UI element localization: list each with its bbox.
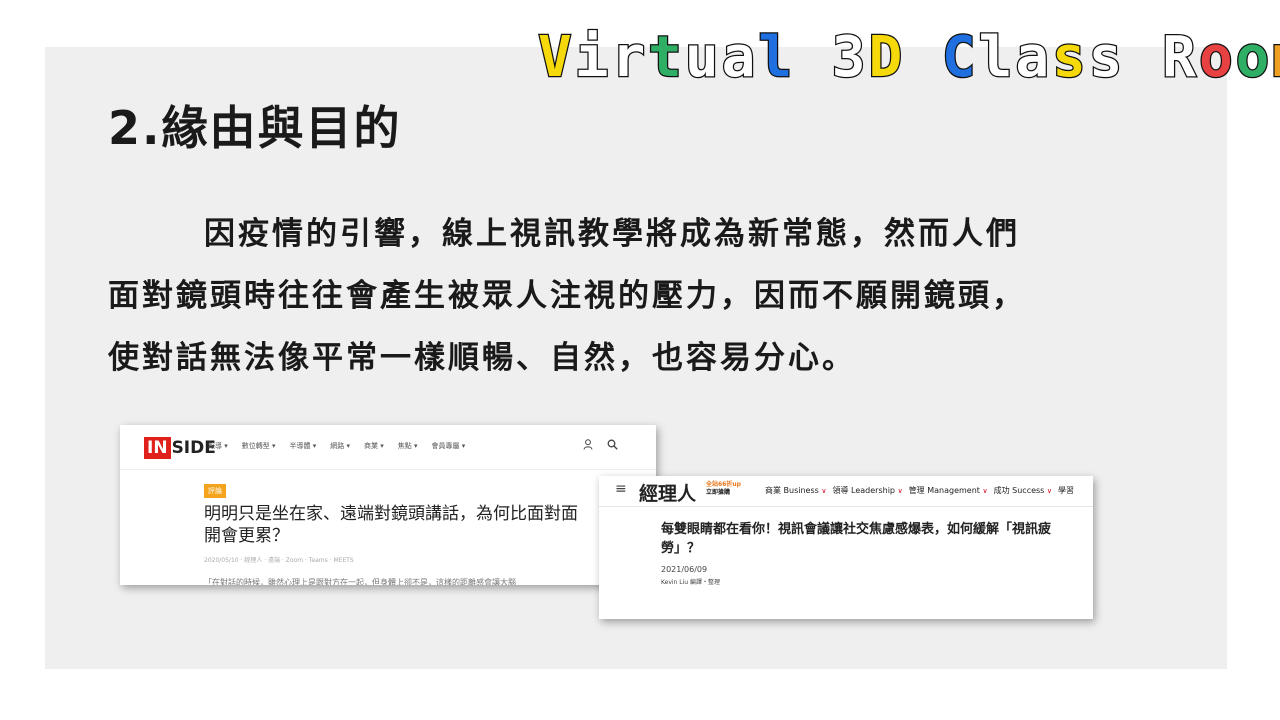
menu-item-management[interactable]: 管理 Management ∨ — [909, 485, 988, 496]
body-line: 因疫情的引響，線上視訊教學將成為新常態，然而人們 — [204, 216, 1020, 252]
brand-letter: a — [720, 25, 759, 90]
menu-item-label: 領導 Leadership — [832, 486, 896, 495]
inside-menu-item[interactable]: 焦點 ▾ — [398, 441, 418, 451]
menu-item-learning[interactable]: 學習 — [1058, 485, 1074, 496]
menu-item-label: 商業 Business — [765, 486, 819, 495]
brand-letter: o — [1234, 25, 1273, 90]
brand-letter: s — [1051, 25, 1089, 90]
brand-letter: i — [573, 25, 612, 90]
article-author: Kevin Liu 編譯・整理 — [661, 579, 720, 586]
chevron-down-icon: ∨ — [897, 487, 903, 495]
brand-letter: D — [867, 25, 906, 90]
article-snippet: 「在對話的時候，雖然心理上是跟對方在一起，但身體上卻不是，這樣的距離感會讓大腦 — [204, 578, 516, 585]
article-headline[interactable]: 明明只是坐在家、遠端對鏡頭講話，為何比面對面開會更累？ — [204, 503, 584, 547]
inside-logo[interactable]: IN SIDE — [144, 437, 216, 459]
menu-item-label: 管理 Management — [908, 486, 980, 495]
inside-menu-item[interactable]: 網路 ▾ — [330, 441, 350, 451]
hamburger-menu-icon[interactable]: ≡ — [615, 481, 627, 497]
menu-item-leadership[interactable]: 領導 Leadership ∨ — [833, 485, 903, 496]
category-badge[interactable]: 評論 — [204, 484, 226, 498]
inside-menu-item[interactable]: 商業 ▾ — [364, 441, 384, 451]
inside-menu-item[interactable]: 會員專屬 ▾ — [432, 441, 466, 451]
brand-letter — [1126, 28, 1163, 88]
brand-letter: m — [1271, 26, 1280, 89]
inside-logo-in: IN — [144, 437, 171, 459]
inside-nav-bar: IN SIDE 報導 ▾ 數位轉型 ▾ 半導體 ▾ 網路 ▾ 商業 ▾ 焦點 ▾… — [120, 425, 656, 470]
body-line: 使對話無法像平常一樣順暢、自然，也容易分心。 — [108, 340, 856, 376]
promo-line: 立即搶購 — [706, 489, 731, 496]
brand-letter: 3 — [831, 25, 869, 90]
menu-item-success[interactable]: 成功 Success ∨ — [994, 485, 1052, 496]
brand-letter: t — [647, 25, 685, 90]
managertoday-menu: 商業 Business ∨ 領導 Leadership ∨ 管理 Managem… — [765, 485, 1074, 496]
managertoday-article-screenshot: ≡ 經理人 全站66折up 立即搶購 商業 Business ∨ 領導 Lead… — [599, 476, 1093, 619]
body-line: 面對鏡頭時往往會產生被眾人注視的壓力，因而不願開鏡頭， — [108, 278, 1026, 314]
chevron-down-icon: ∨ — [982, 487, 988, 495]
article-headline[interactable]: 每雙眼睛都在看你！視訊會議讓社交焦慮感爆表，如何緩解「視訊疲勞」？ — [661, 520, 1071, 558]
inside-menu: 報導 ▾ 數位轉型 ▾ 半導體 ▾ 網路 ▾ 商業 ▾ 焦點 ▾ 會員專屬 ▾ — [208, 441, 465, 451]
brand-letter: o — [1198, 25, 1236, 90]
inside-nav-icons — [583, 439, 618, 453]
brand-letter: l — [977, 25, 1016, 90]
promo-line: 全站66折up — [706, 481, 741, 488]
inside-menu-item[interactable]: 半導體 ▾ — [290, 441, 317, 451]
brand-letter: s — [1088, 25, 1126, 90]
brand-letter — [795, 28, 832, 88]
inside-article-screenshot: IN SIDE 報導 ▾ 數位轉型 ▾ 半導體 ▾ 網路 ▾ 商業 ▾ 焦點 ▾… — [120, 425, 656, 585]
chevron-down-icon: ∨ — [1046, 487, 1053, 495]
brand-title: Virtual 3D Class Room — [537, 25, 1280, 90]
article-date: 2021/06/09 — [661, 565, 708, 574]
menu-item-label: 學習 — [1058, 486, 1075, 495]
search-icon[interactable] — [607, 439, 618, 453]
brand-letter: l — [757, 25, 796, 90]
inside-menu-item[interactable]: 數位轉型 ▾ — [242, 441, 276, 451]
brand-letter: a — [1014, 25, 1053, 90]
chevron-down-icon: ∨ — [821, 487, 827, 495]
user-icon[interactable] — [583, 439, 593, 453]
brand-letter: R — [1161, 25, 1199, 90]
slide-body: 因疫情的引響，線上視訊教學將成為新常態，然而人們 面對鏡頭時往往會產生被眾人注視… — [108, 203, 1218, 389]
brand-letter: r — [610, 25, 649, 90]
brand-letter: u — [684, 25, 722, 90]
brand-letter — [905, 28, 942, 88]
inside-menu-item[interactable]: 報導 ▾ — [208, 441, 228, 451]
menu-item-business[interactable]: 商業 Business ∨ — [765, 485, 827, 496]
article-meta: 2020/05/10 · 經理人 · 遠端 · Zoom · Teams · M… — [204, 557, 354, 564]
menu-item-label: 成功 Success — [993, 486, 1045, 495]
slide-title: 2.緣由與目的 — [108, 101, 402, 155]
managertoday-nav-bar: ≡ 經理人 全站66折up 立即搶購 商業 Business ∨ 領導 Lead… — [599, 476, 1093, 507]
brand-letter: C — [941, 25, 979, 90]
promo-badge[interactable]: 全站66折up 立即搶購 — [706, 481, 741, 497]
managertoday-logo[interactable]: 經理人 — [639, 479, 696, 506]
brand-letter: V — [537, 25, 575, 90]
